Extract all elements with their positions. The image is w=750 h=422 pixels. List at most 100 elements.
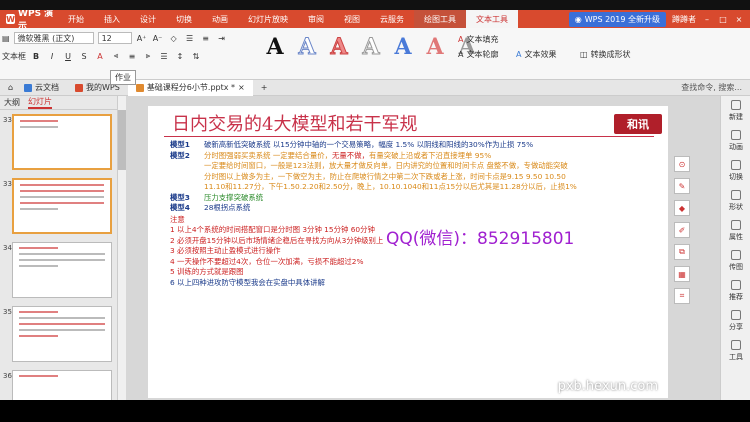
transition-icon xyxy=(731,160,741,170)
animation-button[interactable]: 动画 xyxy=(721,126,750,156)
crop-icon[interactable]: ⌗ xyxy=(674,288,690,304)
wordart-style-6[interactable]: A xyxy=(422,34,448,60)
pen-icon[interactable]: ✎ xyxy=(674,178,690,194)
doc-tab-pptx[interactable]: 基础课程分6小节.pptx * × xyxy=(127,79,253,96)
tab-slideshow[interactable]: 幻灯片放映 xyxy=(238,10,298,28)
text-fill-icon: A xyxy=(458,35,464,44)
tab-outline[interactable]: 大纲 xyxy=(4,97,20,108)
floating-toolbar: ⊙ ✎ ◆ ✐ ⧉ ▦ ⌗ xyxy=(674,156,692,304)
doc-tab-cloud[interactable]: 云文档 xyxy=(16,80,67,96)
text-effect-button[interactable]: A 文本效果 xyxy=(516,47,556,62)
share-icon xyxy=(731,310,741,320)
slide-thumbnail[interactable]: 36 xyxy=(0,370,118,400)
tab-insert[interactable]: 插入 xyxy=(94,10,130,28)
font-grow-icon[interactable]: A⁺ xyxy=(136,32,148,44)
indent-icon[interactable]: ⇥ xyxy=(216,32,228,44)
strikethrough-icon[interactable]: S xyxy=(78,50,90,62)
wordart-style-2[interactable]: A xyxy=(294,34,320,61)
tab-transition[interactable]: 切换 xyxy=(166,10,202,28)
align-left-icon[interactable]: ⫷ xyxy=(110,50,122,62)
slide-canvas: 日内交易的4大模型和若干军规 和讯 模型1 破新高新低突破系统 以15分钟中轴的一… xyxy=(126,96,720,400)
thumbnail-scrollbar[interactable] xyxy=(118,110,126,170)
convert-shape-icon: ◫ xyxy=(580,50,588,59)
slide-title[interactable]: 日内交易的4大模型和若干军规 xyxy=(172,110,417,136)
properties-icon xyxy=(731,220,741,230)
slide-thumbnail[interactable]: 33 xyxy=(0,114,118,172)
minimize-icon[interactable]: – xyxy=(702,15,712,24)
tab-text-tools[interactable]: 文本工具 xyxy=(466,10,518,28)
zoom-icon[interactable]: ⊙ xyxy=(674,156,690,172)
maximize-icon[interactable]: □ xyxy=(718,15,728,24)
wordart-style-1[interactable]: A xyxy=(262,34,288,60)
home-icon[interactable]: ⌂ xyxy=(0,80,16,96)
italic-icon[interactable]: I xyxy=(46,50,58,62)
text-effect-icon: A xyxy=(516,50,522,59)
share-button[interactable]: 分享 xyxy=(721,306,750,336)
command-search[interactable]: 查找命令, 搜索... xyxy=(681,82,750,93)
app-menu-button[interactable]: W WPS 演示 xyxy=(0,10,58,32)
textbox-button[interactable]: 文本框 xyxy=(2,51,26,62)
new-button[interactable]: 新建 xyxy=(721,96,750,126)
align-center-icon[interactable]: ≡ xyxy=(126,50,138,62)
bold-icon[interactable]: B xyxy=(30,50,42,62)
tab-animation[interactable]: 动画 xyxy=(202,10,238,28)
copy-icon[interactable]: ⧉ xyxy=(674,244,690,260)
bullets-icon[interactable]: ☰ xyxy=(184,32,196,44)
font-name-select[interactable]: 微软雅黑 (正文) xyxy=(13,32,94,44)
line-spacing-icon[interactable]: ↕ xyxy=(174,50,186,62)
new-tab-button[interactable]: + xyxy=(253,80,276,96)
close-tab-icon[interactable]: × xyxy=(238,83,245,92)
bottom-letterbox xyxy=(0,400,750,422)
tab-slides[interactable]: 幻灯片 xyxy=(28,96,52,109)
upload-image-button[interactable]: 传图 xyxy=(721,246,750,276)
numbering-icon[interactable]: ≡ xyxy=(200,32,212,44)
layout-icon[interactable]: ▦ xyxy=(674,266,690,282)
wordart-style-5[interactable]: A xyxy=(390,34,416,60)
tab-home[interactable]: 开始 xyxy=(58,10,94,28)
right-task-pane: 新建 动画 切换 形状 属性 传图 推荐 分享 工具 xyxy=(720,96,750,400)
properties-button[interactable]: 属性 xyxy=(721,216,750,246)
transition-button[interactable]: 切换 xyxy=(721,156,750,186)
underline-icon[interactable]: U xyxy=(62,50,74,62)
recommend-icon xyxy=(731,280,741,290)
image-icon xyxy=(731,250,741,260)
slide-thumbnail[interactable]: 35 xyxy=(0,306,118,364)
text-outline-button[interactable]: A 文本轮廓 xyxy=(458,47,498,62)
edit-icon[interactable]: ✐ xyxy=(674,222,690,238)
tab-design[interactable]: 设计 xyxy=(130,10,166,28)
font-size-select[interactable]: 12 xyxy=(97,32,132,44)
wordart-style-4[interactable]: A xyxy=(358,34,384,61)
slide-thumbnail[interactable]: 33 xyxy=(0,178,118,236)
tab-view[interactable]: 视图 xyxy=(334,10,370,28)
wordart-style-3[interactable]: A xyxy=(326,34,352,61)
slide-body-text[interactable]: 模型1 破新高新低突破系统 以15分钟中轴的一个交易策略，幅度 1.5% 以阴线和… xyxy=(170,140,650,288)
upgrade-promo-button[interactable]: ◉ WPS 2019 全新升级 xyxy=(568,11,666,27)
tools-button[interactable]: 工具 xyxy=(721,336,750,366)
text-fill-button[interactable]: A 文本填充 xyxy=(458,32,498,47)
slide[interactable]: 日内交易的4大模型和若干军规 和讯 模型1 破新高新低突破系统 以15分钟中轴的一… xyxy=(148,106,668,398)
wordart-styles-gallery: A A A A A A A xyxy=(262,34,480,61)
wps-logo-icon: W xyxy=(6,14,16,24)
recommend-button[interactable]: 推荐 xyxy=(721,276,750,306)
convert-shape-button[interactable]: ◫ 转换成形状 xyxy=(580,47,631,62)
shape-button[interactable]: 形状 xyxy=(721,186,750,216)
font-color-icon[interactable]: A xyxy=(94,50,106,62)
qq-contact-overlay: QQ(微信)：852915801 xyxy=(386,229,575,249)
tab-drawing-tools[interactable]: 绘图工具 xyxy=(414,10,466,28)
align-right-icon[interactable]: ⫸ xyxy=(142,50,154,62)
text-outline-icon: A xyxy=(458,50,464,59)
tab-cloud[interactable]: 云服务 xyxy=(370,10,414,28)
justify-icon[interactable]: ☰ xyxy=(158,50,170,62)
pptx-file-icon xyxy=(135,83,144,92)
shape-fill-icon[interactable]: ◆ xyxy=(674,200,690,216)
clear-format-icon[interactable]: ◇ xyxy=(168,32,180,44)
close-icon[interactable]: × xyxy=(734,15,744,24)
slide-thumbnail[interactable]: 34 xyxy=(0,242,118,300)
text-direction-icon[interactable]: ⇅ xyxy=(190,50,202,62)
tab-review[interactable]: 审阅 xyxy=(298,10,334,28)
paste-icon[interactable]: ▤ xyxy=(2,34,10,43)
font-shrink-icon[interactable]: A⁻ xyxy=(152,32,164,44)
wps-promo-icon: ◉ xyxy=(574,14,582,24)
user-name[interactable]: 蹲蹲者 xyxy=(672,14,696,25)
wps-window: W WPS 演示 开始 插入 设计 切换 动画 幻灯片放映 审阅 视图 云服务 … xyxy=(0,10,750,400)
